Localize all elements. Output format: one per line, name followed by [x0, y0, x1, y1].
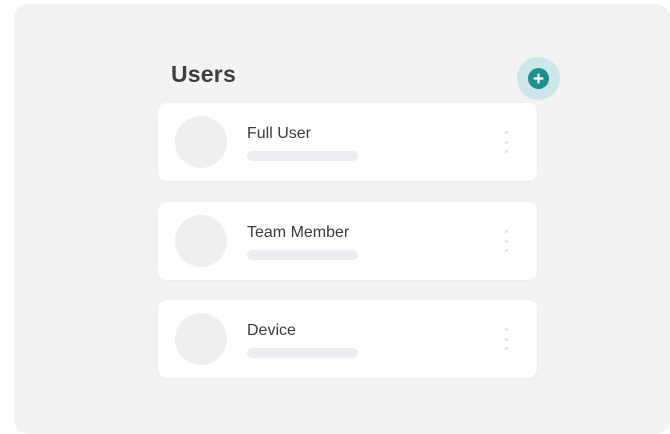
plus-circle-icon — [528, 68, 549, 89]
skeleton-line — [247, 348, 358, 358]
user-card-team-member[interactable]: Team Member — [158, 202, 537, 280]
user-card-label: Full User — [247, 125, 312, 142]
more-options-icon[interactable] — [499, 131, 513, 153]
add-user-button[interactable] — [517, 57, 560, 100]
users-header: Users — [171, 57, 560, 100]
user-card-label: Device — [247, 322, 296, 339]
more-options-icon[interactable] — [499, 328, 513, 350]
skeleton-line — [247, 250, 358, 260]
page-title: Users — [171, 61, 236, 87]
skeleton-line — [247, 151, 358, 161]
user-card-device[interactable]: Device — [158, 300, 537, 378]
more-options-icon[interactable] — [499, 230, 513, 252]
avatar — [175, 215, 227, 267]
avatar — [175, 116, 227, 168]
user-card-full-user[interactable]: Full User — [158, 103, 537, 181]
user-card-label: Team Member — [247, 224, 350, 241]
avatar — [175, 313, 227, 365]
